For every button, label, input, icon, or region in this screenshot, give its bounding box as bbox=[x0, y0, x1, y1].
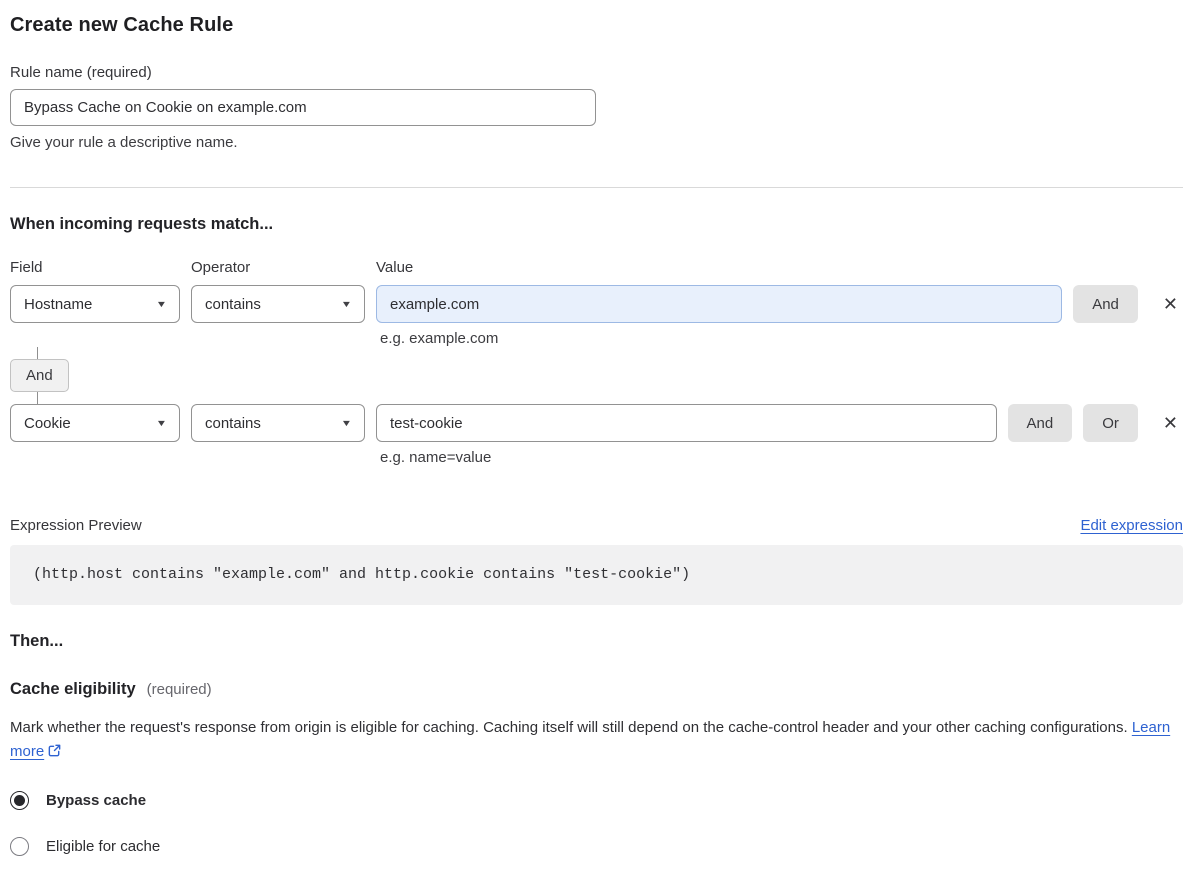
operator-select[interactable]: contains ▼ bbox=[191, 404, 365, 442]
value-input[interactable] bbox=[376, 404, 997, 442]
expression-code: (http.host contains "example.com" and ht… bbox=[10, 545, 1183, 605]
radio-option-bypass-cache[interactable]: Bypass cache bbox=[10, 791, 146, 810]
page-title: Create new Cache Rule bbox=[10, 14, 234, 36]
operator-select[interactable]: contains ▼ bbox=[191, 285, 365, 323]
radio-unselected-icon[interactable] bbox=[10, 837, 29, 856]
chevron-down-icon: ▼ bbox=[340, 299, 353, 309]
required-tag: (required) bbox=[146, 681, 212, 698]
radio-label: Bypass cache bbox=[46, 792, 147, 809]
remove-condition-icon[interactable]: ✕ bbox=[1158, 293, 1183, 315]
rule-name-input[interactable] bbox=[10, 89, 596, 126]
connector-and-button[interactable]: And bbox=[10, 359, 69, 392]
edit-expression-link[interactable]: Edit expression bbox=[1080, 517, 1183, 534]
radio-selected-icon[interactable] bbox=[10, 791, 29, 810]
operator-column-label: Operator bbox=[191, 259, 251, 276]
cache-eligibility-header: Cache eligibility (required) bbox=[10, 680, 1183, 699]
chevron-down-icon: ▼ bbox=[155, 299, 168, 309]
field-select-value: Cookie bbox=[24, 414, 71, 432]
field-select[interactable]: Cookie ▼ bbox=[10, 404, 180, 442]
field-column-label: Field bbox=[10, 259, 43, 276]
operator-select-value: contains bbox=[205, 295, 261, 313]
condition-row: Hostname ▼ contains ▼ And ✕ bbox=[10, 285, 1183, 323]
value-hint: e.g. name=value bbox=[380, 449, 492, 466]
add-or-condition-button[interactable]: Or bbox=[1083, 404, 1138, 442]
radio-label: Eligible for cache bbox=[46, 838, 161, 855]
match-heading: When incoming requests match... bbox=[10, 215, 274, 233]
remove-condition-icon[interactable]: ✕ bbox=[1158, 412, 1183, 434]
condition-row: Cookie ▼ contains ▼ And Or ✕ bbox=[10, 404, 1183, 442]
rule-name-section: Rule name (required) Give your rule a de… bbox=[10, 64, 1183, 151]
chevron-down-icon: ▼ bbox=[155, 418, 168, 428]
condition-column-headers: Field Operator Value bbox=[10, 259, 1183, 276]
value-input[interactable] bbox=[376, 285, 1063, 323]
expression-preview-header: Expression Preview Edit expression bbox=[10, 517, 1183, 534]
cache-eligibility-description: Mark whether the request's response from… bbox=[10, 716, 1176, 766]
operator-select-value: contains bbox=[205, 414, 261, 432]
then-heading: Then... bbox=[10, 632, 64, 650]
rule-name-label: Rule name (required) bbox=[10, 64, 152, 81]
add-and-condition-button[interactable]: And bbox=[1073, 285, 1138, 323]
description-text: Mark whether the request's response from… bbox=[10, 719, 1128, 736]
external-link-icon[interactable] bbox=[47, 742, 62, 766]
create-cache-rule-page: Create new Cache Rule Rule name (require… bbox=[0, 0, 1200, 896]
add-and-condition-button[interactable]: And bbox=[1007, 404, 1073, 442]
field-select[interactable]: Hostname ▼ bbox=[10, 285, 180, 323]
rule-name-help: Give your rule a descriptive name. bbox=[10, 134, 238, 151]
field-select-value: Hostname bbox=[24, 295, 93, 313]
cache-eligibility-heading: Cache eligibility bbox=[10, 680, 136, 698]
expression-preview-label: Expression Preview bbox=[10, 517, 142, 534]
chevron-down-icon: ▼ bbox=[340, 418, 353, 428]
condition-connector: And bbox=[10, 347, 1183, 404]
value-column-label: Value bbox=[376, 259, 414, 276]
radio-option-eligible-for-cache[interactable]: Eligible for cache bbox=[10, 837, 160, 856]
section-divider bbox=[10, 187, 1183, 188]
value-hint: e.g. example.com bbox=[380, 330, 499, 347]
